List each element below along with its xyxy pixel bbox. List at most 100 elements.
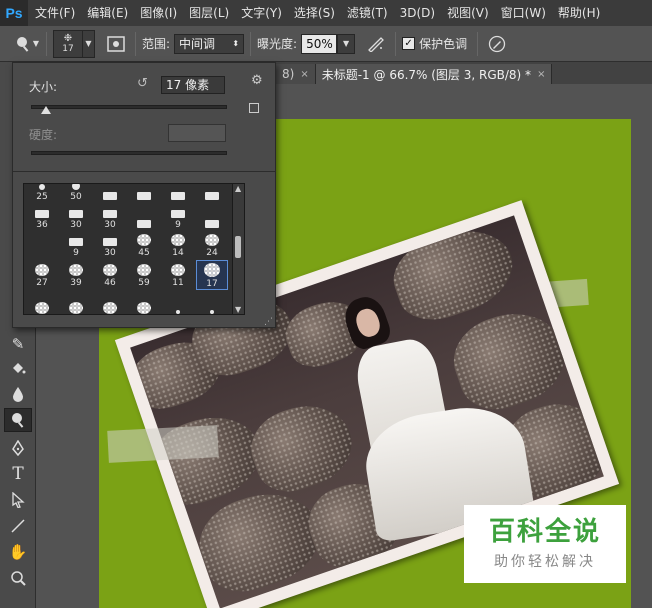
brush-preset-button[interactable]: ❉ 17 (53, 29, 83, 58)
brush-size-label: 11 (172, 278, 184, 288)
brush-preset[interactable] (196, 184, 228, 202)
burn-tool[interactable]: ✎ (4, 332, 32, 356)
scroll-down-icon[interactable]: ▼ (235, 305, 241, 314)
hardness-slider-track[interactable] (31, 151, 227, 155)
menu-filter[interactable]: 滤镜(T) (340, 0, 393, 26)
scroll-up-icon[interactable]: ▲ (235, 184, 241, 193)
brush-preset[interactable]: 30 (60, 204, 92, 230)
brush-preset[interactable] (162, 290, 194, 314)
brush-preset[interactable] (94, 290, 126, 314)
brush-preset[interactable]: 39 (60, 262, 92, 288)
hand-tool[interactable]: ✋ (4, 540, 32, 564)
brush-preset[interactable] (196, 290, 228, 314)
brush-tip-icon (137, 234, 151, 246)
new-preset-icon[interactable] (249, 103, 259, 113)
menu-type[interactable]: 文字(Y) (234, 0, 287, 26)
options-separator (477, 31, 479, 56)
tablet-pressure-button[interactable] (484, 31, 510, 57)
line-tool[interactable] (4, 514, 32, 538)
pen-tool[interactable] (4, 436, 32, 460)
options-bar: ▼ ❉ 17 ▼ 范围: 中间调 ⬍ 曝光度: 50% ▼ ✓ 保护色调 (0, 26, 652, 62)
brush-preset-selected[interactable]: 17 (196, 260, 228, 290)
brush-preset-picker: 大小: ↺ 17 像素 ⚙ 硬度: 25 50 36 30 30 9 9 30 … (12, 62, 276, 328)
gear-icon[interactable]: ⚙ (251, 73, 263, 88)
brush-tip-icon (103, 264, 117, 276)
brush-preset[interactable]: 46 (94, 262, 126, 288)
brush-preset[interactable]: 45 (128, 232, 160, 258)
tape-strip (107, 425, 219, 463)
brush-tip-icon (35, 302, 49, 314)
brush-preset[interactable]: 14 (162, 232, 194, 258)
brush-panel-toggle[interactable] (103, 31, 129, 57)
brush-picker-dropdown[interactable]: ▼ (83, 29, 95, 58)
airbrush-button[interactable] (363, 31, 389, 57)
magnifier-icon (11, 571, 26, 586)
menu-image[interactable]: 图像(I) (133, 0, 182, 26)
brush-preset[interactable] (196, 204, 228, 230)
brush-size-readout: 17 (62, 43, 74, 54)
scrollbar-thumb[interactable] (235, 236, 241, 258)
brush-preset[interactable] (128, 204, 160, 230)
menu-window[interactable]: 窗口(W) (494, 0, 551, 26)
zoom-tool[interactable] (4, 566, 32, 590)
blur-tool[interactable] (4, 382, 32, 406)
brush-size-label: 30 (104, 248, 116, 258)
menu-select[interactable]: 选择(S) (287, 0, 340, 26)
brush-size-label: 24 (206, 248, 218, 258)
menu-view[interactable]: 视图(V) (440, 0, 494, 26)
path-selection-tool[interactable] (4, 488, 32, 512)
photoshop-window: Ps 文件(F) 编辑(E) 图像(I) 图层(L) 文字(Y) 选择(S) 滤… (0, 0, 652, 608)
panel-divider (13, 171, 275, 172)
brush-preset[interactable] (60, 290, 92, 314)
brush-size-label: 9 (175, 220, 181, 230)
menu-file[interactable]: 文件(F) (28, 0, 80, 26)
brush-preset[interactable]: 36 (26, 204, 58, 230)
tool-preset-picker[interactable]: ▼ (14, 31, 40, 57)
size-slider-track[interactable] (31, 105, 227, 109)
range-select[interactable]: 中间调 ⬍ (174, 33, 245, 54)
brush-preset[interactable] (94, 184, 126, 202)
brush-preset[interactable]: 9 (162, 204, 194, 230)
size-slider-thumb[interactable] (41, 106, 51, 114)
brush-preset[interactable]: 50 (60, 184, 92, 202)
reset-size-icon[interactable]: ↺ (137, 76, 148, 91)
brush-preset[interactable]: 24 (196, 232, 228, 258)
brush-tip-icon (69, 210, 83, 218)
brush-preset[interactable]: 25 (26, 184, 58, 202)
brush-preset[interactable] (128, 184, 160, 202)
brush-preset[interactable]: 9 (60, 232, 92, 258)
size-input[interactable]: 17 像素 (161, 76, 225, 94)
brush-preset[interactable]: 59 (128, 262, 160, 288)
brush-tip-icon (171, 264, 185, 276)
tab-untitled-1[interactable]: 未标题-1 @ 66.7% (图层 3, RGB/8) * × (315, 64, 553, 84)
line-icon (11, 519, 25, 533)
menu-3d[interactable]: 3D(D) (393, 0, 440, 26)
protect-tones-checkbox[interactable]: ✓ (402, 37, 416, 50)
dodge-tool[interactable] (4, 408, 32, 432)
options-separator (250, 31, 252, 56)
hardness-label: 硬度: (29, 128, 58, 142)
menu-layer[interactable]: 图层(L) (182, 0, 234, 26)
type-tool[interactable]: T (4, 462, 32, 486)
range-value: 中间调 (179, 37, 216, 51)
brush-preset[interactable]: 27 (26, 262, 58, 288)
exposure-slider-dropdown[interactable]: ▼ (337, 33, 356, 54)
brush-tip-icon (205, 192, 219, 200)
brush-preset[interactable]: 30 (94, 204, 126, 230)
menu-help[interactable]: 帮助(H) (551, 0, 605, 26)
brush-preset[interactable] (162, 184, 194, 202)
hardness-input[interactable] (168, 124, 226, 142)
resize-grip-icon[interactable]: ⋰ (264, 317, 273, 327)
paint-bucket-tool[interactable] (4, 356, 32, 380)
brush-preset[interactable] (128, 290, 160, 314)
brush-grid-scrollbar[interactable]: ▲ ▼ (233, 183, 245, 315)
menu-edit[interactable]: 编辑(E) (80, 0, 133, 26)
exposure-input[interactable]: 50% (301, 33, 338, 54)
close-icon[interactable]: × (537, 69, 545, 80)
close-icon[interactable]: × (300, 69, 308, 80)
tab-other-document[interactable]: 8) × (276, 64, 316, 84)
brush-preset[interactable] (26, 290, 58, 314)
brush-preset[interactable] (26, 232, 58, 258)
brush-preset[interactable]: 11 (162, 262, 194, 288)
brush-preset[interactable]: 30 (94, 232, 126, 258)
